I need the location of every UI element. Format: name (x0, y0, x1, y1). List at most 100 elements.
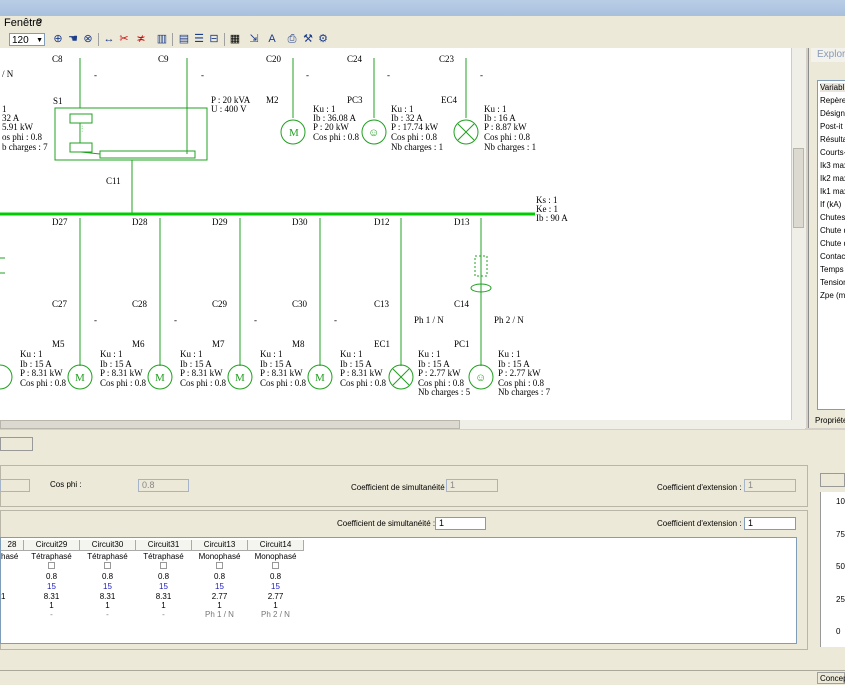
tab-properties[interactable]: Propriété (815, 416, 845, 425)
svg-text:M: M (315, 372, 325, 384)
column-header[interactable]: 28 (1, 540, 24, 551)
property-row[interactable]: Chutes (820, 213, 845, 222)
ec4-p: P : 8.87 kW (484, 122, 527, 132)
breaker-label: C27 (52, 299, 68, 309)
checkbox[interactable] (136, 562, 191, 571)
align-icon[interactable]: ▤ (177, 32, 191, 46)
simultaneity-field[interactable]: 1 (446, 479, 498, 492)
zoom-select[interactable]: 120 ▼ (9, 33, 45, 46)
print-icon[interactable]: ⎙ (285, 32, 299, 46)
table-cell[interactable]: 0.8 (80, 572, 135, 581)
table-cell[interactable]: 0.8 (24, 572, 79, 581)
menu-help[interactable]: ? (36, 17, 42, 29)
property-row[interactable]: If (kA) (820, 200, 845, 209)
layers-icon[interactable]: ☰ (192, 32, 206, 46)
split-icon[interactable]: ≭ (134, 32, 148, 46)
checkbox[interactable] (80, 562, 135, 571)
panel-tab[interactable] (0, 437, 33, 451)
m2-cos: Cos phi : 0.8 (313, 132, 360, 142)
grid-icon[interactable]: ▦ (228, 32, 242, 46)
circuits-table[interactable]: 28 Circuit29 Circuit30 Circuit31 Circuit… (0, 537, 797, 644)
schematic-canvas[interactable]: M ☺ M M M M ☺ ⫶ / N C8 C9 C20 C24 C23 - … (0, 48, 806, 420)
property-row[interactable]: Contact (820, 252, 845, 261)
property-row[interactable]: Post-it (820, 122, 845, 131)
table-cell[interactable]: 15 (192, 582, 247, 591)
feeder-label: D12 (374, 217, 390, 227)
table-cell[interactable]: - (24, 610, 79, 619)
table-cell[interactable]: 1 (80, 601, 135, 610)
checkbox[interactable] (248, 562, 303, 571)
horizontal-scrollbar[interactable] (0, 420, 805, 429)
gauge-panel: 100 75 50 25 0 (820, 492, 845, 647)
export-icon[interactable]: ⇲ (247, 32, 261, 46)
table-cell[interactable]: 2.77 (248, 592, 303, 601)
table-cell[interactable]: 8.31 (24, 592, 79, 601)
property-row[interactable]: Désigna (820, 109, 845, 118)
left-partial-cos: os phi : 0.8 (2, 132, 43, 142)
extension-input[interactable]: 1 (744, 517, 796, 530)
property-row[interactable]: Ik1 max (820, 187, 845, 196)
load-cos: Cos phi : 0.8 (340, 378, 387, 388)
table-cell[interactable]: 15 (80, 582, 135, 591)
property-row[interactable]: Résulta (820, 135, 845, 144)
simultaneity-label: Coefficient de simultanéité : (351, 483, 450, 492)
minimize-icon[interactable]: ⊟ (207, 32, 221, 46)
table-cell[interactable]: - (136, 610, 191, 619)
property-row[interactable]: Chute d (820, 226, 845, 235)
table-cell[interactable]: - (80, 610, 135, 619)
column-header[interactable]: Circuit30 (80, 540, 136, 551)
table-cell[interactable]: 8.31 (136, 592, 191, 601)
extension-field[interactable]: 1 (744, 479, 796, 492)
property-row[interactable]: Ik2 max (820, 174, 845, 183)
simultaneity-input[interactable]: 1 (435, 517, 486, 530)
table-cell[interactable]: 2.77 (192, 592, 247, 601)
stretch-icon[interactable]: ↔ (102, 32, 116, 46)
property-row[interactable]: Ik3 max (820, 161, 845, 170)
property-row[interactable]: Courts- (820, 148, 845, 157)
m2-p: P : 20 kW (313, 122, 349, 132)
table-cell[interactable]: 1 (24, 601, 79, 610)
column-header[interactable]: Circuit29 (24, 540, 80, 551)
property-grid[interactable]: Variabl Repère Désigna Post-it Résulta C… (817, 80, 845, 410)
scroll-thumb[interactable] (0, 420, 460, 429)
table-cell[interactable]: 0.8 (136, 572, 191, 581)
tools-icon[interactable]: ⚒ (301, 32, 315, 46)
zoom-in-icon[interactable]: ⊕ (51, 32, 65, 46)
table-cell[interactable]: 1 (136, 601, 191, 610)
table-cell[interactable]: 1 (1, 592, 5, 601)
table-cell[interactable]: 15 (136, 582, 191, 591)
extension-label: Coefficient d'extension : (657, 483, 742, 492)
property-row[interactable]: Zpe (m (820, 291, 845, 300)
scroll-thumb[interactable] (793, 148, 804, 228)
table-cell[interactable]: 1 (192, 601, 247, 610)
bus-icon[interactable]: ▥ (155, 32, 169, 46)
table-cell[interactable]: 0.8 (248, 572, 303, 581)
zoom-window-icon[interactable]: ⊗ (81, 32, 95, 46)
table-cell[interactable]: 0.8 (192, 572, 247, 581)
table-cell[interactable]: 1 (248, 601, 303, 610)
vertical-scrollbar[interactable] (791, 48, 806, 428)
table-cell[interactable]: 8.31 (80, 592, 135, 601)
column-header[interactable]: Circuit13 (192, 540, 248, 551)
table-cell: Monophasé (254, 552, 297, 561)
dash-label: - (334, 315, 337, 325)
checkbox[interactable] (192, 562, 247, 571)
column-header[interactable]: Circuit14 (248, 540, 304, 551)
table-cell[interactable]: Ph 2 / N (248, 610, 303, 619)
table-cell[interactable]: Ph 1 / N (192, 610, 247, 619)
settings-icon[interactable]: ⚙ (316, 32, 330, 46)
property-row[interactable]: Chute d (820, 239, 845, 248)
pan-icon[interactable]: ☚ (66, 32, 80, 46)
property-row[interactable]: Tension (820, 278, 845, 287)
status-bar: Concep (0, 670, 845, 685)
cut-wire-icon[interactable]: ✂ (117, 32, 131, 46)
text-tool-icon[interactable]: A (265, 32, 279, 46)
checkbox[interactable] (24, 562, 79, 571)
property-row[interactable]: Repère (820, 96, 845, 105)
table-cell[interactable]: 15 (248, 582, 303, 591)
column-header[interactable]: Circuit31 (136, 540, 192, 551)
cos-phi-field[interactable]: 0.8 (138, 479, 189, 492)
property-row[interactable]: Temps (820, 265, 845, 274)
pc3-cos: Cos phi : 0.8 (391, 132, 438, 142)
table-cell[interactable]: 15 (24, 582, 79, 591)
